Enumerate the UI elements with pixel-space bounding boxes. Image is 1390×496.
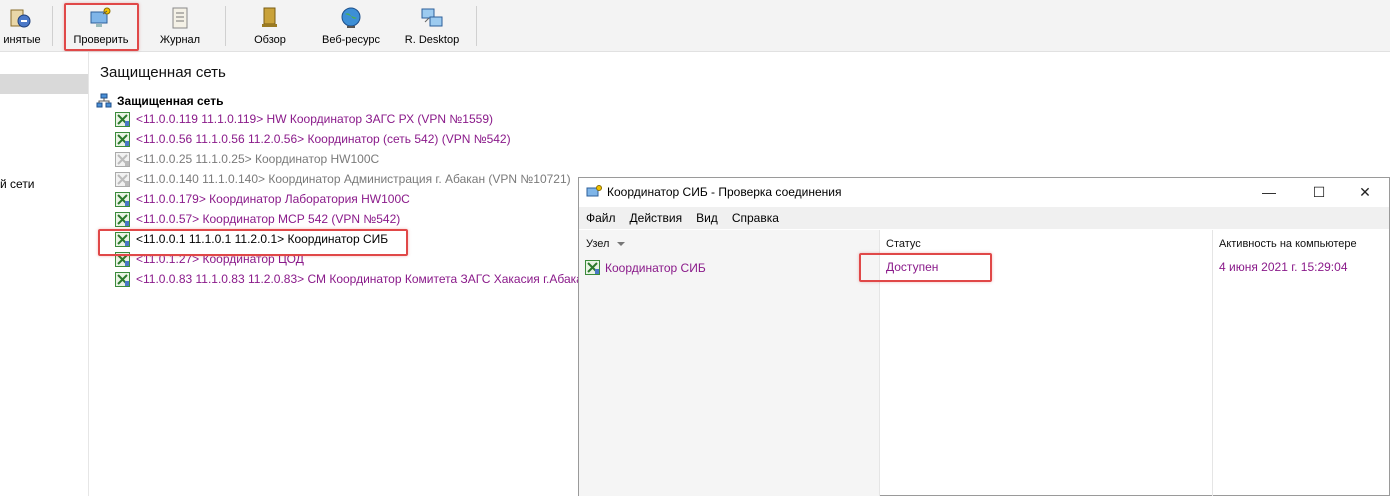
remote-desktop-button[interactable]: R. Desktop [398,0,466,50]
dialog-titlebar[interactable]: Координатор СИБ - Проверка соединения — … [579,178,1389,206]
node-available-icon [115,191,130,207]
tree-item-label: <11.0.0.25 11.1.0.25> Координатор HW100C [136,152,380,166]
menu-actions[interactable]: Действия [623,211,690,225]
web-resource-icon [339,6,363,30]
toolbar-separator [225,6,226,46]
browse-icon [258,6,282,30]
connection-check-app-icon [586,185,602,197]
column-header-activity[interactable]: Активность на компьютере [1219,238,1357,250]
connection-check-dialog: Координатор СИБ - Проверка соединения — … [578,177,1390,496]
row-activity: 4 июня 2021 г. 15:29:04 [1219,260,1348,274]
tree-item[interactable]: <11.0.0.83 11.1.0.83 11.2.0.83> СМ Коорд… [115,270,589,288]
browse-button[interactable]: Обзор [245,0,295,50]
highlight-check-button [64,3,139,51]
tree-item-label: <11.0.0.119 11.1.0.119> HW Координатор З… [136,112,493,126]
tree-item-label: <11.0.0.179> Координатор Лаборатория HW1… [136,192,410,206]
tree-item-label: <11.0.0.57> Координатор МСР 542 (VPN №54… [136,212,401,226]
remote-desktop-icon [420,6,444,30]
highlight-selected-node [98,229,408,256]
highlight-status [859,253,992,282]
tree-item[interactable]: <11.0.0.119 11.1.0.119> HW Координатор З… [115,110,493,128]
tree-item-label: <11.0.0.83 11.1.0.83 11.2.0.83> СМ Коорд… [136,272,590,286]
dialog-title: Координатор СИБ - Проверка соединения [607,185,842,199]
tree-item[interactable]: <11.0.0.179> Координатор Лаборатория HW1… [115,190,410,208]
tree-item-label: <11.0.0.56 11.1.0.56 11.2.0.56> Координа… [136,132,511,146]
page-title: Защищенная сеть [100,64,226,81]
node-available-icon [115,271,130,287]
close-button[interactable]: ✕ [1342,178,1388,206]
row-node[interactable]: Координатор СИБ [585,260,706,275]
menu-view[interactable]: Вид [689,211,725,225]
journal-button[interactable]: Журнал [150,0,210,50]
web-resource-button[interactable]: Веб-ресурс [316,0,386,50]
tree-item[interactable]: <11.0.0.25 11.1.0.25> Координатор HW100C [115,150,379,168]
tree-item[interactable]: <11.0.0.140 11.1.0.140> Координатор Адми… [115,170,571,188]
left-nav-pane: й сети [0,52,89,496]
network-icon [96,93,112,109]
tree-item[interactable]: <11.0.0.57> Координатор МСР 542 (VPN №54… [115,210,400,228]
menu-file[interactable]: Файл [579,211,623,225]
left-nav-selected-item[interactable] [0,74,88,94]
node-available-icon [115,131,130,147]
sort-down-icon [617,242,626,247]
node-unavailable-icon [115,151,130,167]
column-header-status[interactable]: Статус [886,238,921,250]
toolbar-separator [476,6,477,46]
tree-root[interactable]: Защищенная сеть [96,92,223,110]
node-available-icon [115,111,130,127]
accepted-icon [10,6,34,30]
activity-column: Активность на компьютере 4 июня 2021 г. … [1213,230,1389,496]
tree-root-label: Защищенная сеть [117,94,224,108]
tree-item-label: <11.0.0.140 11.1.0.140> Координатор Адми… [136,172,571,186]
node-column: Узел Координатор СИБ [579,230,880,496]
tree-item[interactable]: <11.0.0.56 11.1.0.56 11.2.0.56> Координа… [115,130,511,148]
left-nav-item-label[interactable]: й сети [0,177,35,191]
dialog-menubar: Файл Действия Вид Справка [579,207,1389,229]
toolbar-separator [52,6,53,46]
maximize-button[interactable]: ☐ [1296,178,1342,206]
node-available-icon [585,260,600,275]
node-unavailable-icon [115,171,130,187]
minimize-button[interactable]: — [1246,178,1292,206]
accepted-button[interactable]: инятые [0,0,44,50]
column-header-node[interactable]: Узел [586,238,626,250]
menu-help[interactable]: Справка [725,211,786,225]
toolbar: инятые Проверить Журнал Обзор Веб-ресурс… [0,0,1390,52]
node-available-icon [115,211,130,227]
journal-icon [168,6,192,30]
